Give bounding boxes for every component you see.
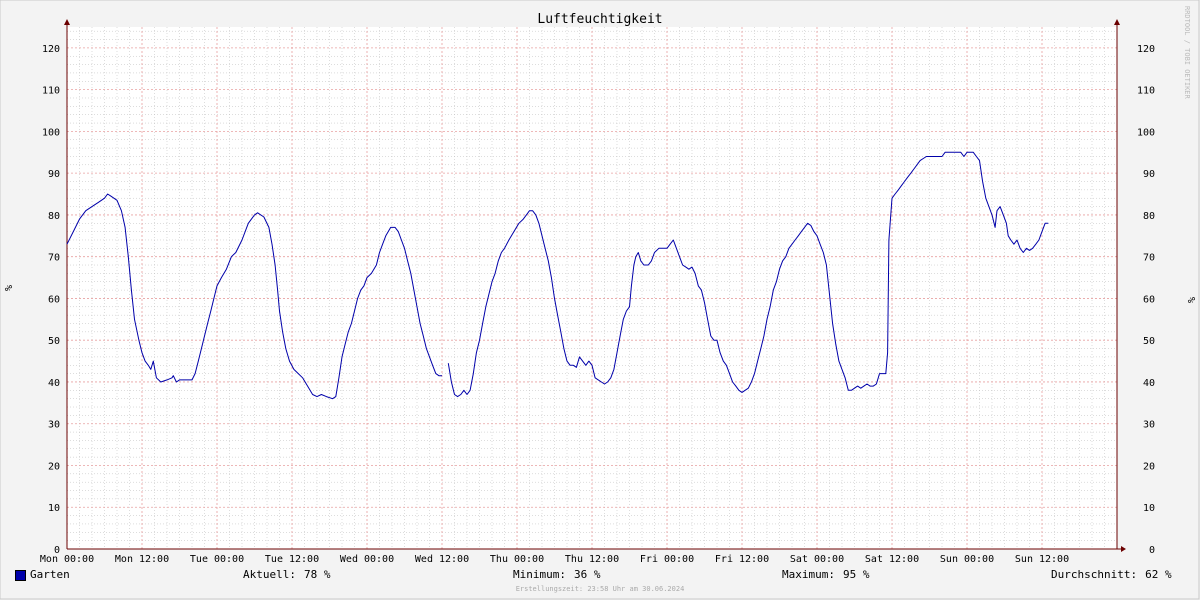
legend-swatch-garten (15, 570, 26, 581)
y-tick-label-right: 20 (1143, 461, 1155, 472)
stat-average: Durchschnitt: 62 % (1051, 568, 1172, 581)
y-tick-label-left: 110 (42, 86, 60, 97)
y-tick-label-right: 110 (1137, 86, 1155, 97)
y-tick-label-right: 120 (1137, 44, 1155, 55)
legend-label-garten: Garten (30, 568, 70, 581)
x-tick-label: Wed 12:00 (415, 554, 469, 565)
stat-maximum-label: Maximum: (782, 568, 835, 581)
y-tick-label-left: 80 (48, 211, 60, 222)
x-tick-label: Mon 00:00 (40, 554, 94, 565)
x-tick-label: Tue 12:00 (265, 554, 319, 565)
stat-current: Aktuell: 78 % (243, 568, 330, 581)
y-tick-label-left: 90 (48, 169, 60, 180)
y-tick-label-left: 60 (48, 294, 60, 305)
stat-maximum: Maximum: 95 % (782, 568, 869, 581)
y-tick-label-left: 70 (48, 253, 60, 264)
y-tick-label-right: 80 (1143, 211, 1155, 222)
chart-root: Luftfeuchtigkeit 0 10 20 30 40 50 60 70 80 90 100 1… (0, 0, 1200, 600)
y-tick-label-right: 40 (1143, 378, 1155, 389)
x-tick-label: Thu 00:00 (490, 554, 544, 565)
x-tick-label: Tue 00:00 (190, 554, 244, 565)
stat-average-label: Durchschnitt: (1051, 568, 1138, 581)
x-tick-labels: Mon 00:00 Mon 12:00 Tue 00:00 Tue 12:00 Wed … (40, 554, 1069, 565)
stat-minimum-label: Minimum: (513, 568, 566, 581)
watermark: RRDTOOL / TOBI OETIKER (1183, 6, 1191, 99)
x-tick-label: Sun 00:00 (940, 554, 994, 565)
y-axis-label-right: % (1185, 297, 1196, 303)
humidity-chart: Luftfeuchtigkeit 0 10 20 30 40 50 60 70 80 90 100 1… (0, 0, 1200, 600)
y-tick-label-right: 100 (1137, 127, 1155, 138)
y-tick-label-left: 20 (48, 461, 60, 472)
x-tick-label: Sat 00:00 (790, 554, 844, 565)
x-tick-label: Mon 12:00 (115, 554, 169, 565)
x-tick-label: Fri 12:00 (715, 554, 769, 565)
y-axis-arrow-left (64, 19, 70, 25)
y-axis-arrow-right (1114, 19, 1120, 25)
y-tick-label-right: 90 (1143, 169, 1155, 180)
y-tick-label-left: 100 (42, 127, 60, 138)
x-tick-label: Sun 12:00 (1015, 554, 1069, 565)
stat-minimum-value: 36 % (573, 568, 601, 581)
stat-current-value: 78 % (303, 568, 331, 581)
y-tick-label-right: 50 (1143, 336, 1155, 347)
y-tick-label-left: 120 (42, 44, 60, 55)
x-tick-label: Thu 12:00 (565, 554, 619, 565)
y-tick-label-right: 60 (1143, 294, 1155, 305)
y-tick-label-right: 10 (1143, 503, 1155, 514)
stat-average-value: 62 % (1145, 568, 1172, 581)
x-tick-label: Wed 00:00 (340, 554, 394, 565)
y-axis-label-left: % (4, 285, 15, 291)
creation-timestamp: Erstellungszeit: 23:58 Uhr am 30.06.2024 (515, 585, 685, 593)
y-tick-label-right: 30 (1143, 420, 1155, 431)
y-tick-label-left: 50 (48, 336, 60, 347)
stat-current-label: Aktuell: (243, 568, 296, 581)
y-tick-label-left: 40 (48, 378, 60, 389)
y-tick-label-right: 70 (1143, 253, 1155, 264)
x-tick-label: Fri 00:00 (640, 554, 694, 565)
stat-minimum: Minimum: 36 % (513, 568, 600, 581)
stat-maximum-value: 95 % (842, 568, 870, 581)
x-axis-arrow (1121, 546, 1126, 552)
y-tick-labels-right: 0 10 20 30 40 50 60 70 80 90 100 110 120 (1137, 44, 1155, 556)
y-tick-labels-left: 0102030405060708090100110120 (42, 44, 60, 556)
y-tick-label-left: 30 (48, 420, 60, 431)
y-tick-label-right: 0 (1149, 545, 1155, 556)
y-tick-label-left: 10 (48, 503, 60, 514)
x-tick-label: Sat 12:00 (865, 554, 919, 565)
chart-title: Luftfeuchtigkeit (537, 12, 662, 27)
